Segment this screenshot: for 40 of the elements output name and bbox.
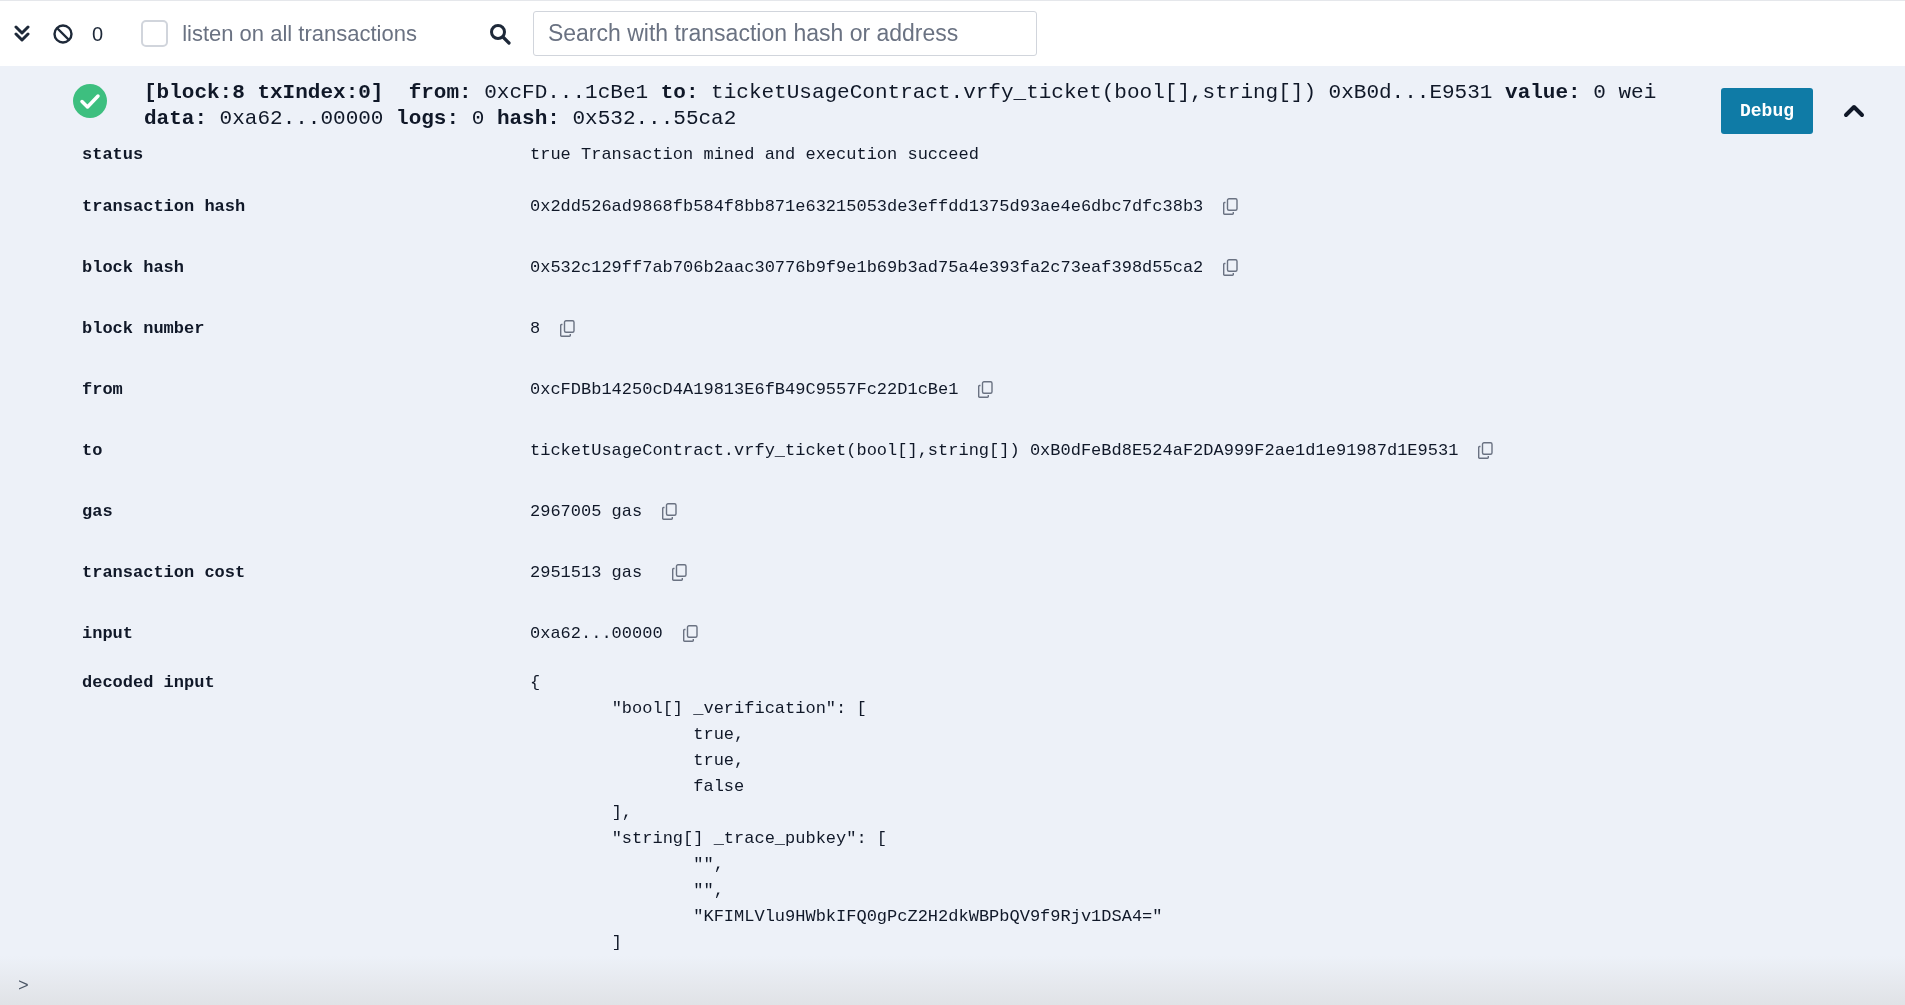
listen-checkbox[interactable] [141, 20, 169, 47]
detail-value: 0xa62...00000 [530, 622, 663, 645]
detail-label: transaction hash [82, 195, 247, 218]
listen-label: listen on all transactions [182, 20, 417, 48]
detail-label: decoded input [82, 672, 216, 694]
detail-value: 2951513 gas [530, 561, 644, 584]
detail-label: gas [82, 500, 114, 523]
copy-icon[interactable] [560, 320, 576, 337]
transaction-counter: 0 [92, 21, 104, 47]
console-prompt: > [18, 975, 29, 998]
copy-icon[interactable] [1223, 259, 1239, 276]
copy-icon[interactable] [1478, 442, 1494, 459]
detail-value: 0x532c129ff7ab706b2aac30776b9f9e1b69b3ad75a4e393fa2c73eaf398d55ca2 [530, 256, 1204, 279]
detail-value: 0x2dd526ad9868fb584f8bb871e63215053de3effdd1375d93ae4e6dbc7dfc38b3 [530, 195, 1204, 218]
detail-label: to [82, 439, 104, 462]
detail-label: input [82, 622, 134, 645]
copy-icon[interactable] [682, 625, 698, 642]
detail-label: status [82, 144, 145, 167]
detail-label: block hash [82, 256, 186, 279]
search-field[interactable]: Search with transaction hash or address [532, 11, 1037, 56]
copy-icon[interactable] [672, 564, 688, 581]
detail-label: block number [82, 317, 206, 340]
detail-label: from [82, 378, 124, 401]
detail-value: true Transaction mined and execution succeed [530, 144, 979, 167]
detail-value: 2967005 gas [530, 500, 643, 523]
double-chevron-down-icon[interactable] [14, 24, 30, 43]
detail-value: 0xcFDBb14250cD4A19813E6fB49C9557Fc22D1cBe1 [530, 378, 959, 401]
detail-value: 8 [530, 317, 541, 340]
chevron-up-icon[interactable] [1843, 104, 1865, 118]
detail-value: ticketUsageContract.vrfy_ticket(bool[],string[]) 0xB0dFeBd8E524aF2DA999F2ae1d1e91987d1E9531 [530, 439, 1459, 462]
copy-icon[interactable] [978, 381, 994, 398]
block-icon[interactable] [52, 22, 74, 45]
transaction-summary: [block:8 txIndex:0] from: 0xcFD...1cBe1 to: ticketUsageContract.vrfy_ticket(bool[],string[]) 0xB0d...E9531 value: 0 wei [144, 80, 1658, 106]
decoded-input-code: { "bool[] _verification": [ true, true, false ], "string[] _trace_pubkey": [ "", "", "KFIMLVlu9HWbkIFQ0gPcZ2H2dkWBPbQV9f9Rjv1DSA4=" ] [530, 672, 1163, 954]
copy-icon[interactable] [662, 503, 678, 520]
copy-icon[interactable] [1223, 198, 1239, 215]
transaction-summary: data: 0xa62...00000 logs: 0 hash: 0x532...55ca2 [144, 106, 738, 132]
detail-label: transaction cost [82, 561, 247, 584]
search-icon[interactable] [488, 22, 511, 45]
debug-button[interactable]: Debug [1721, 88, 1813, 134]
